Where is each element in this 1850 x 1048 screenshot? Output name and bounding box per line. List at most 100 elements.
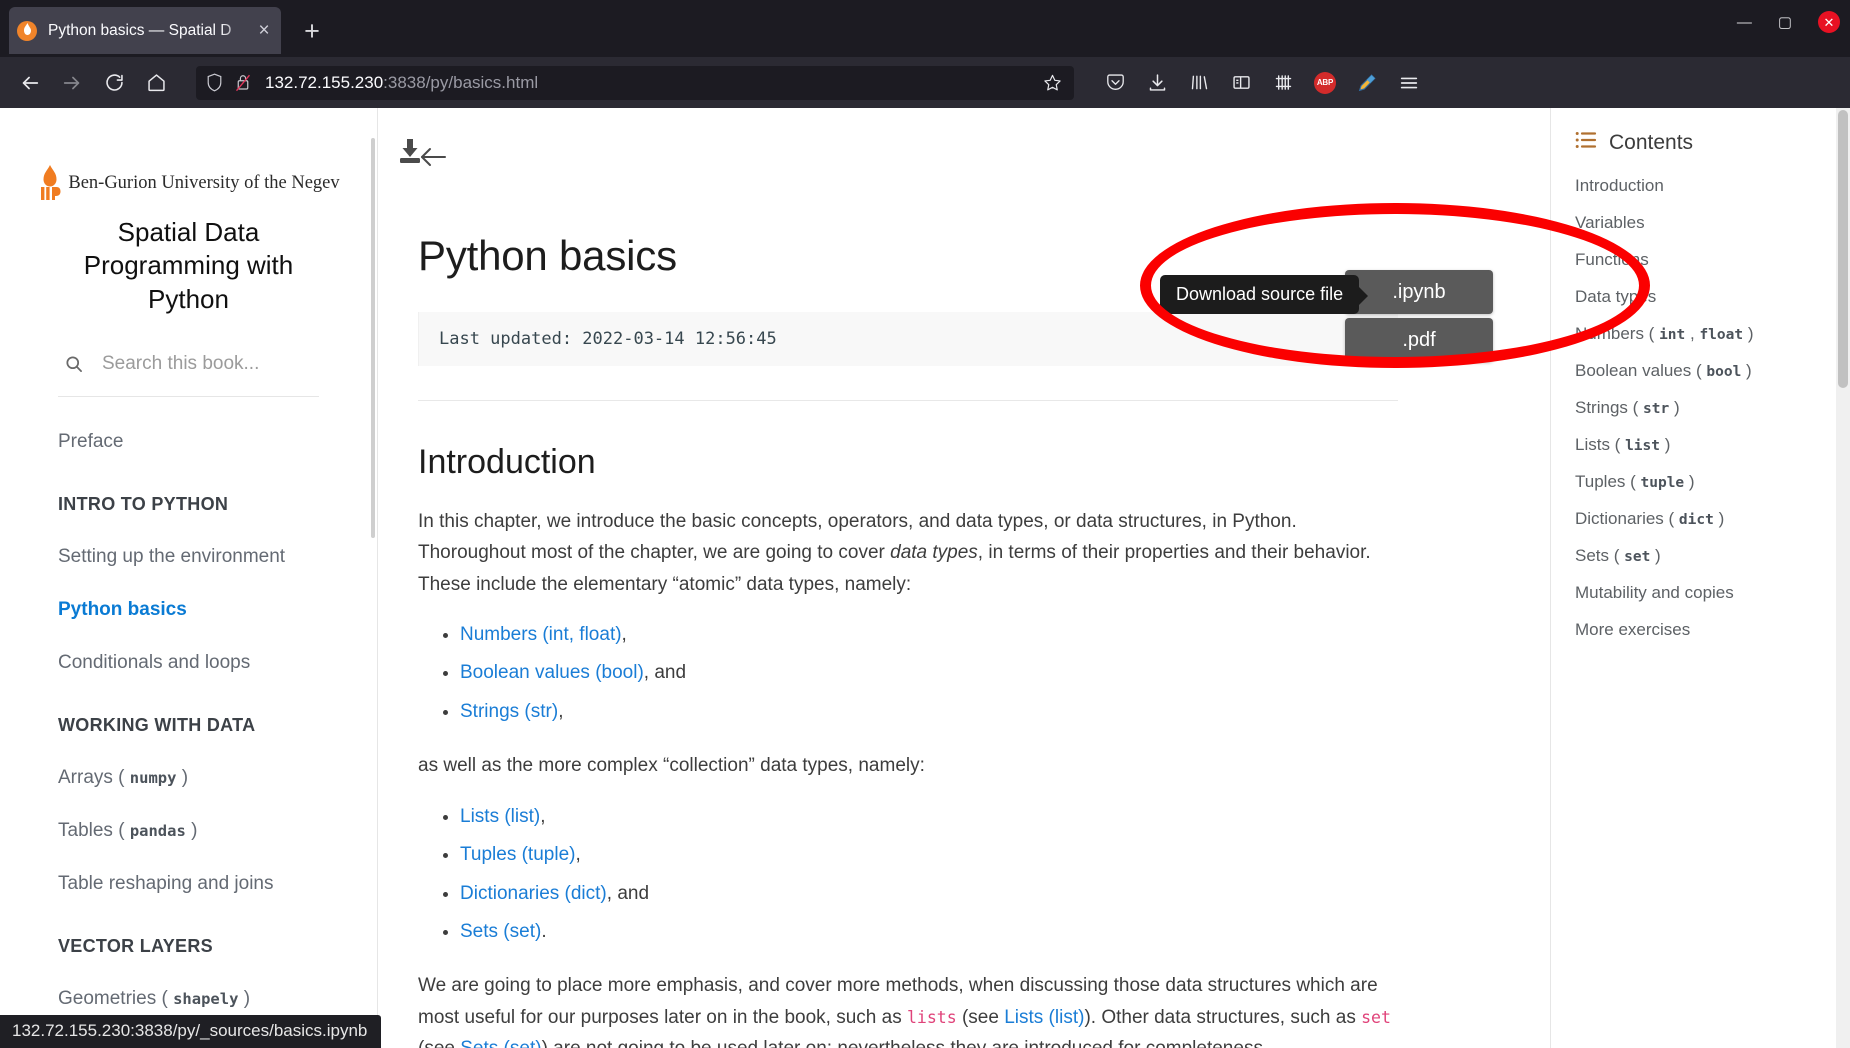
- new-tab-button[interactable]: +: [297, 18, 327, 45]
- code-output-text: Last updated: 2022-03-14 12:56:45: [439, 329, 777, 349]
- type-name: list: [1625, 438, 1660, 454]
- module-name: numpy: [130, 769, 177, 787]
- paragraph-1: In this chapter, we introduce the basic …: [418, 506, 1398, 600]
- minimize-button[interactable]: —: [1737, 15, 1752, 30]
- toc-item-functions[interactable]: Functions: [1575, 250, 1830, 270]
- module-name: shapely: [173, 990, 238, 1008]
- toc-item-dictionaries[interactable]: Dictionaries ( dict ): [1575, 509, 1830, 529]
- type-name: int: [1659, 327, 1685, 343]
- collection-type-link-2[interactable]: Dictionaries (dict): [460, 883, 607, 904]
- flame-favicon-icon: [17, 21, 37, 41]
- bookmark-star-icon[interactable]: [1043, 73, 1062, 92]
- page-scrollbar[interactable]: [1836, 108, 1850, 1048]
- url-path: :3838/py/basics.html: [383, 73, 538, 92]
- shield-icon[interactable]: [206, 73, 223, 92]
- atomic-type-link-1[interactable]: Boolean values (bool): [460, 662, 644, 683]
- home-button[interactable]: [137, 64, 175, 102]
- page-title: Python basics: [418, 232, 1398, 280]
- toc-item-lists[interactable]: Lists ( list ): [1575, 435, 1830, 455]
- inline-code-set: set: [1361, 1008, 1391, 1027]
- browser-tab[interactable]: Python basics — Spatial D ×: [9, 7, 281, 54]
- toc-item-tuples[interactable]: Tuples ( tuple ): [1575, 472, 1830, 492]
- list-item: Lists (list),: [460, 802, 1398, 831]
- back-button[interactable]: [11, 64, 49, 102]
- paragraph-2: as well as the more complex “collection”…: [418, 750, 1398, 781]
- lock-broken-icon[interactable]: [235, 73, 251, 92]
- downloads-icon[interactable]: [1138, 64, 1176, 102]
- close-tab-icon[interactable]: ×: [255, 21, 273, 40]
- library-icon[interactable]: [1180, 64, 1218, 102]
- download-option-pdf[interactable]: .pdf: [1345, 318, 1493, 362]
- download-icon[interactable]: [396, 138, 424, 164]
- download-tooltip: Download source file: [1160, 275, 1359, 314]
- collection-type-link-0[interactable]: Lists (list): [460, 806, 540, 827]
- tab-strip: Python basics — Spatial D × + — ▢ ✕: [0, 0, 1850, 57]
- section-title: Introduction: [418, 443, 1398, 482]
- forward-button[interactable]: [53, 64, 91, 102]
- toc-item-list: Introduction Variables Functions Data types…: [1573, 176, 1830, 640]
- inline-code-lists: lists: [907, 1008, 957, 1027]
- table-of-contents: Contents IntroductionVariablesFunctionsD…: [1550, 108, 1850, 1048]
- toc-item-introduction[interactable]: Introduction: [1575, 176, 1830, 196]
- sidebar-item-python-basics[interactable]: Python basics: [58, 599, 319, 621]
- sidebar-item-conditionals-and-loops[interactable]: Conditionals and loops: [58, 652, 319, 674]
- code-output-block: Last updated: 2022-03-14 12:56:45: [418, 312, 1398, 366]
- paragraph-3-c: ). Other data structures, such as: [1084, 1007, 1361, 1028]
- containers-icon[interactable]: [1264, 64, 1302, 102]
- atomic-type-link-2[interactable]: Strings (str): [460, 701, 558, 722]
- maximize-button[interactable]: ▢: [1778, 15, 1792, 30]
- paragraph-3-d: (see: [418, 1038, 460, 1048]
- hamburger-menu-icon[interactable]: [1390, 64, 1428, 102]
- toc-item-data-types[interactable]: Data types: [1575, 287, 1830, 307]
- list-item: Tuples (tuple),: [460, 840, 1398, 869]
- navigation-toolbar: 132.72.155.230:3838/py/basics.html: [0, 57, 1850, 108]
- sidebar-scrollbar[interactable]: [371, 138, 375, 538]
- url-bar[interactable]: 132.72.155.230:3838/py/basics.html: [196, 66, 1074, 100]
- toc-item-strings[interactable]: Strings ( str ): [1575, 398, 1830, 418]
- url-host: 132.72.155.230: [265, 73, 383, 92]
- pocket-icon[interactable]: [1096, 64, 1134, 102]
- sidebar-item-setting-up-the-environment[interactable]: Setting up the environment: [58, 546, 319, 568]
- list-item: Numbers (int, float),: [460, 620, 1398, 649]
- list-item: Boolean values (bool), and: [460, 658, 1398, 687]
- article-body: Python basics Last updated: 2022-03-14 1…: [378, 232, 1398, 1048]
- sidebar-item-preface[interactable]: Preface: [58, 431, 319, 453]
- sidebar-caption: WORKING WITH DATA: [58, 715, 319, 736]
- url-text: 132.72.155.230:3838/py/basics.html: [265, 73, 538, 93]
- book-sidebar: Ben-Gurion University of the Negev Spati…: [0, 108, 378, 1048]
- tab-title: Python basics — Spatial D: [48, 22, 253, 40]
- abp-badge: ABP: [1314, 72, 1336, 94]
- sidebar-item-table-reshaping-and-joins[interactable]: Table reshaping and joins: [58, 873, 319, 895]
- window-controls: — ▢ ✕: [1737, 11, 1840, 33]
- toc-item-mutability-and-copies[interactable]: Mutability and copies: [1575, 583, 1830, 603]
- toc-item-boolean-values[interactable]: Boolean values ( bool ): [1575, 361, 1830, 381]
- sidebar-item-geometries[interactable]: Geometries ( shapely ): [58, 988, 319, 1010]
- sidebar-item-tables[interactable]: Tables ( pandas ): [58, 820, 319, 842]
- search-input[interactable]: [100, 352, 315, 376]
- page-viewport: Ben-Gurion University of the Negev Spati…: [0, 108, 1850, 1048]
- browser-window: Python basics — Spatial D × + — ▢ ✕: [0, 0, 1850, 1048]
- close-window-button[interactable]: ✕: [1818, 11, 1840, 33]
- toc-item-variables[interactable]: Variables: [1575, 213, 1830, 233]
- type-name: float: [1699, 327, 1743, 343]
- link-lists-list[interactable]: Lists (list): [1004, 1007, 1084, 1028]
- type-name: str: [1643, 401, 1669, 417]
- search-box[interactable]: [58, 352, 319, 397]
- collection-type-link-1[interactable]: Tuples (tuple): [460, 844, 575, 865]
- pencil-icon[interactable]: [1348, 64, 1386, 102]
- toc-item-sets[interactable]: Sets ( set ): [1575, 546, 1830, 566]
- list-item: Dictionaries (dict), and: [460, 879, 1398, 908]
- paragraph-1-emphasis: data types: [890, 542, 978, 563]
- atomic-types-list: Numbers (int, float), Boolean values (boo…: [418, 620, 1398, 726]
- sidebar-item-arrays[interactable]: Arrays ( numpy ): [58, 767, 319, 789]
- atomic-type-link-0[interactable]: Numbers (int, float): [460, 624, 622, 645]
- adblock-plus-icon[interactable]: ABP: [1306, 64, 1344, 102]
- collection-type-link-3[interactable]: Sets (set): [460, 921, 541, 942]
- toc-item-more-exercises[interactable]: More exercises: [1575, 620, 1830, 640]
- link-sets-set[interactable]: Sets (set): [460, 1038, 541, 1048]
- page-scrollbar-thumb[interactable]: [1838, 110, 1848, 388]
- toc-item-numbers[interactable]: Numbers ( int , float ): [1575, 324, 1830, 344]
- sidebar-icon[interactable]: [1222, 64, 1260, 102]
- paragraph-3: We are going to place more emphasis, and…: [418, 970, 1398, 1048]
- reload-button[interactable]: [95, 64, 133, 102]
